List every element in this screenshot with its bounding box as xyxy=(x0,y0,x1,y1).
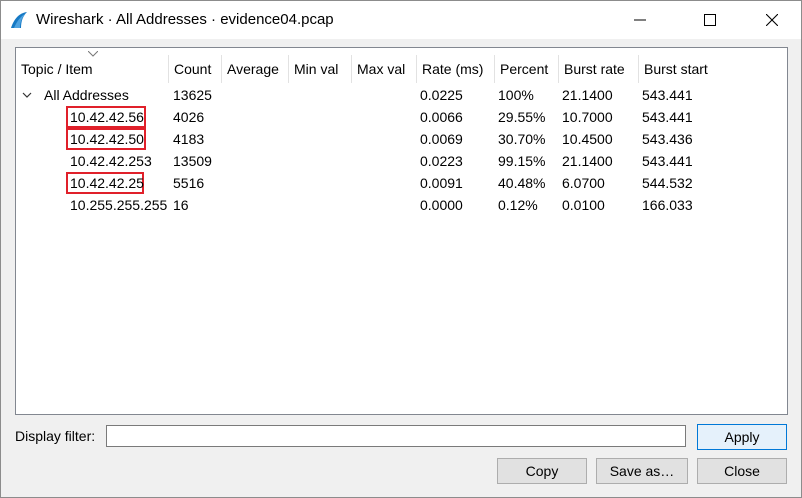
row-burst-rate: 10.4500 xyxy=(562,131,613,147)
row-count: 5516 xyxy=(173,175,205,191)
row-burst-rate: 0.0100 xyxy=(562,197,605,213)
row-burst-start: 166.033 xyxy=(642,197,693,213)
row-rate: 0.0225 xyxy=(420,87,463,103)
row-burst-start: 544.532 xyxy=(642,175,693,191)
row-burst-start: 543.436 xyxy=(642,131,693,147)
row-count: 13509 xyxy=(173,153,212,169)
table-row[interactable]: 10.42.42.50 4183 0.0069 30.70% 10.4500 5… xyxy=(16,128,787,150)
row-percent: 29.55% xyxy=(498,109,546,125)
maximize-button[interactable] xyxy=(687,1,733,39)
copy-button[interactable]: Copy xyxy=(497,458,587,484)
row-item: 10.42.42.253 xyxy=(70,153,152,169)
window-close-button[interactable] xyxy=(749,1,795,39)
minimize-icon xyxy=(634,19,646,21)
column-min-val[interactable]: Min val xyxy=(289,55,352,83)
chevron-down-icon[interactable] xyxy=(22,90,32,100)
row-burst-rate: 21.1400 xyxy=(562,87,613,103)
row-percent: 100% xyxy=(498,87,534,103)
row-percent: 99.15% xyxy=(498,153,546,169)
column-average[interactable]: Average xyxy=(222,55,289,83)
column-burst-start[interactable]: Burst start xyxy=(639,55,787,83)
column-percent[interactable]: Percent xyxy=(495,55,559,83)
row-percent: 0.12% xyxy=(498,197,538,213)
display-filter-label: Display filter: xyxy=(15,428,96,444)
row-rate: 0.0000 xyxy=(420,197,463,213)
row-rate: 0.0091 xyxy=(420,175,463,191)
row-count: 16 xyxy=(173,197,189,213)
column-topic-item[interactable]: Topic / Item xyxy=(16,55,169,83)
row-item: All Addresses xyxy=(44,87,129,103)
row-rate: 0.0066 xyxy=(420,109,463,125)
row-rate: 0.0223 xyxy=(420,153,463,169)
save-as-button[interactable]: Save as… xyxy=(596,458,688,484)
table-row[interactable]: 10.255.255.255 16 0.0000 0.12% 0.0100 16… xyxy=(16,194,787,216)
row-rate: 0.0069 xyxy=(420,131,463,147)
row-percent: 30.70% xyxy=(498,131,546,147)
row-burst-start: 543.441 xyxy=(642,153,693,169)
column-burst-rate[interactable]: Burst rate xyxy=(559,55,639,83)
minimize-button[interactable] xyxy=(617,1,663,39)
row-item: 10.42.42.56 xyxy=(70,109,144,125)
row-count: 4026 xyxy=(173,109,205,125)
table-row[interactable]: 10.42.42.56 4026 0.0066 29.55% 10.7000 5… xyxy=(16,106,787,128)
row-burst-rate: 6.0700 xyxy=(562,175,605,191)
stats-window: Wireshark · All Addresses · evidence04.p… xyxy=(0,0,802,498)
wireshark-fin-icon xyxy=(11,12,27,28)
close-icon xyxy=(766,14,778,26)
row-burst-rate: 21.1400 xyxy=(562,153,613,169)
column-max-val[interactable]: Max val xyxy=(352,55,417,83)
row-count: 13625 xyxy=(173,87,212,103)
window-title: Wireshark · All Addresses · evidence04.p… xyxy=(36,11,334,28)
tree-row-all-addresses[interactable]: All Addresses 13625 0.0225 100% 21.1400 … xyxy=(16,84,787,106)
table-row[interactable]: 10.42.42.253 13509 0.0223 99.15% 21.1400… xyxy=(16,150,787,172)
maximize-icon xyxy=(704,14,716,26)
row-item: 10.255.255.255 xyxy=(70,197,168,213)
column-rate[interactable]: Rate (ms) xyxy=(417,55,495,83)
table-row[interactable]: 10.42.42.25 5516 0.0091 40.48% 6.0700 54… xyxy=(16,172,787,194)
table-header: Topic / Item Count Average Min val Max v… xyxy=(16,55,787,83)
title-bar[interactable]: Wireshark · All Addresses · evidence04.p… xyxy=(1,1,801,39)
row-burst-start: 543.441 xyxy=(642,109,693,125)
close-button[interactable]: Close xyxy=(697,458,787,484)
row-burst-rate: 10.7000 xyxy=(562,109,613,125)
row-percent: 40.48% xyxy=(498,175,546,191)
apply-button[interactable]: Apply xyxy=(697,424,787,450)
display-filter-input[interactable] xyxy=(106,425,686,447)
row-burst-start: 543.441 xyxy=(642,87,693,103)
row-item: 10.42.42.50 xyxy=(70,131,144,147)
statistics-tree[interactable]: Topic / Item Count Average Min val Max v… xyxy=(15,47,788,415)
row-item: 10.42.42.25 xyxy=(70,175,144,191)
column-count[interactable]: Count xyxy=(169,55,222,83)
row-count: 4183 xyxy=(173,131,205,147)
